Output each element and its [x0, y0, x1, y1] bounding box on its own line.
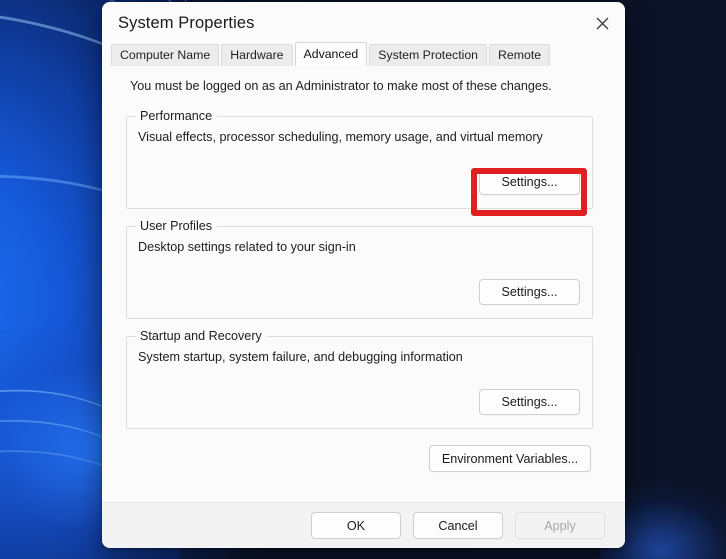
close-icon: [596, 17, 608, 29]
startup-recovery-group: Startup and Recovery System startup, sys…: [126, 329, 593, 429]
tab-advanced[interactable]: Advanced: [294, 42, 368, 66]
dialog-footer: OK Cancel Apply: [102, 502, 625, 548]
startup-recovery-settings-button[interactable]: Settings...: [479, 389, 580, 415]
startup-recovery-group-description: System startup, system failure, and debu…: [138, 350, 463, 364]
performance-settings-button[interactable]: Settings...: [479, 169, 580, 195]
ok-button[interactable]: OK: [311, 512, 401, 539]
performance-group-description: Visual effects, processor scheduling, me…: [138, 130, 543, 144]
user-profiles-group-legend: User Profiles: [136, 219, 218, 233]
close-button[interactable]: [579, 2, 625, 44]
cancel-button[interactable]: Cancel: [413, 512, 503, 539]
advanced-tab-panel: You must be logged on as an Administrato…: [102, 66, 625, 502]
user-profiles-settings-button[interactable]: Settings...: [479, 279, 580, 305]
tab-system-protection[interactable]: System Protection: [369, 44, 488, 66]
window-title: System Properties: [118, 13, 255, 32]
administrator-notice: You must be logged on as an Administrato…: [130, 79, 552, 93]
apply-button: Apply: [515, 512, 605, 539]
environment-variables-button[interactable]: Environment Variables...: [429, 445, 591, 472]
performance-group-legend: Performance: [136, 109, 218, 123]
tab-hardware[interactable]: Hardware: [221, 44, 293, 66]
tab-strip: Computer Name Hardware Advanced System P…: [102, 42, 625, 66]
user-profiles-group-description: Desktop settings related to your sign-in: [138, 240, 356, 254]
user-profiles-group: User Profiles Desktop settings related t…: [126, 219, 593, 319]
tab-remote[interactable]: Remote: [489, 44, 551, 66]
performance-group: Performance Visual effects, processor sc…: [126, 109, 593, 209]
title-bar: System Properties: [102, 2, 625, 44]
system-properties-dialog: System Properties Computer Name Hardware…: [102, 2, 625, 548]
startup-recovery-group-legend: Startup and Recovery: [136, 329, 267, 343]
tab-computer-name[interactable]: Computer Name: [111, 44, 220, 66]
